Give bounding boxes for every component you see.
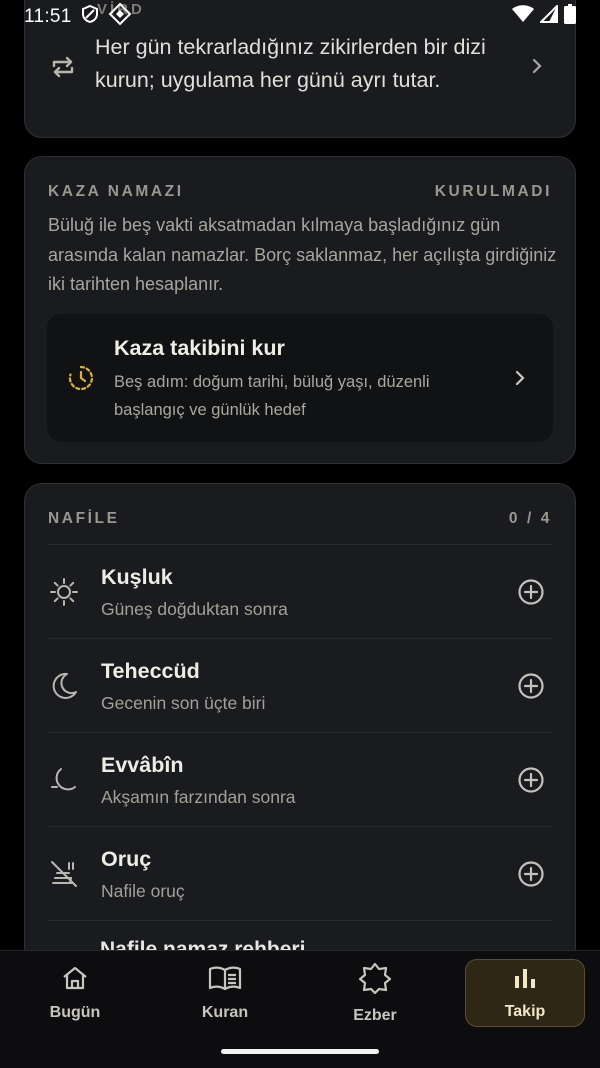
nav-label: Bugün [49,1003,101,1021]
nafile-item-kusluk[interactable]: Kuşluk Güneş doğduktan sonra [47,544,553,639]
kaza-heading: KAZA NAMAZI [48,183,184,200]
clock-icon [67,364,95,397]
nav-item-ezber[interactable]: Ezber [315,959,435,1027]
nafile-card: NAFİLE 0 / 4 Kuşluk Güneş doğduktan sonr… [24,483,576,1003]
bottom-navigation: Bugün Kuran Ezber Takip [0,950,600,1068]
signal-icon [538,3,558,29]
add-circle-icon[interactable] [517,672,545,705]
home-icon [61,965,89,996]
add-circle-icon[interactable] [517,578,545,611]
book-icon [208,965,242,996]
vird-description: Her gün tekrarladığınız zikirlerden bir … [95,35,486,92]
nav-item-takip[interactable]: Takip [465,959,585,1027]
add-circle-icon[interactable] [517,860,545,893]
chevron-right-icon [513,369,527,392]
repeat-icon [49,53,77,86]
kaza-description: Büluğ ile beş vakti aksatmadan kılmaya b… [48,215,557,294]
nafile-item-teheccud[interactable]: Teheccüd Gecenin son üçte biri [47,638,553,733]
nafile-item-subtitle: Güneş doğduktan sonra [101,599,288,619]
night-moon-icon [49,765,79,800]
kaza-setup-subtitle: Beş adım: doğum tarihi, büluğ yaşı, düze… [114,373,430,419]
add-circle-icon[interactable] [517,766,545,799]
nafile-item-evvabin[interactable]: Evvâbîn Akşamın farzından sonra [47,732,553,827]
kaza-setup-title: Kaza takibini kur [114,336,285,360]
nav-label: Takip [504,1002,546,1020]
nav-item-kuran[interactable]: Kuran [165,959,285,1027]
nafile-item-subtitle: Akşamın farzından sonra [101,787,296,807]
app-notification-icon [108,2,132,32]
sun-icon [49,577,79,612]
nafile-item-title: Oruç [101,847,152,871]
battery-icon [564,4,576,30]
home-indicator[interactable] [221,1049,379,1054]
nav-label: Ezber [353,1006,397,1024]
status-bar: 11:51 [0,0,600,34]
kaza-card: KAZA NAMAZI KURULMADI Büluğ ile beş vakt… [24,156,576,464]
nafile-item-oruc[interactable]: Oruç Nafile oruç [47,826,553,921]
nafile-item-subtitle: Nafile oruç [101,881,185,901]
moon-icon [49,671,79,706]
nav-item-bugun[interactable]: Bugün [15,959,135,1027]
star-icon [358,962,392,999]
nafile-item-title: Evvâbîn [101,753,184,777]
nafile-count: 0 / 4 [508,510,552,527]
kaza-setup-button[interactable]: Kaza takibini kur Beş adım: doğum tarihi… [47,314,553,442]
chart-icon [512,966,538,995]
wifi-icon [512,5,534,29]
status-time: 11:51 [24,6,72,27]
nafile-item-title: Kuşluk [101,565,173,589]
chevron-right-icon [530,57,544,80]
no-food-icon [49,859,79,894]
nafile-heading: NAFİLE [48,510,120,527]
nafile-item-subtitle: Gecenin son üçte biri [101,693,266,713]
nav-label: Kuran [201,1003,249,1021]
nafile-item-title: Teheccüd [101,659,200,683]
kaza-status-badge: KURULMADI [434,183,552,200]
shield-icon [80,4,100,30]
